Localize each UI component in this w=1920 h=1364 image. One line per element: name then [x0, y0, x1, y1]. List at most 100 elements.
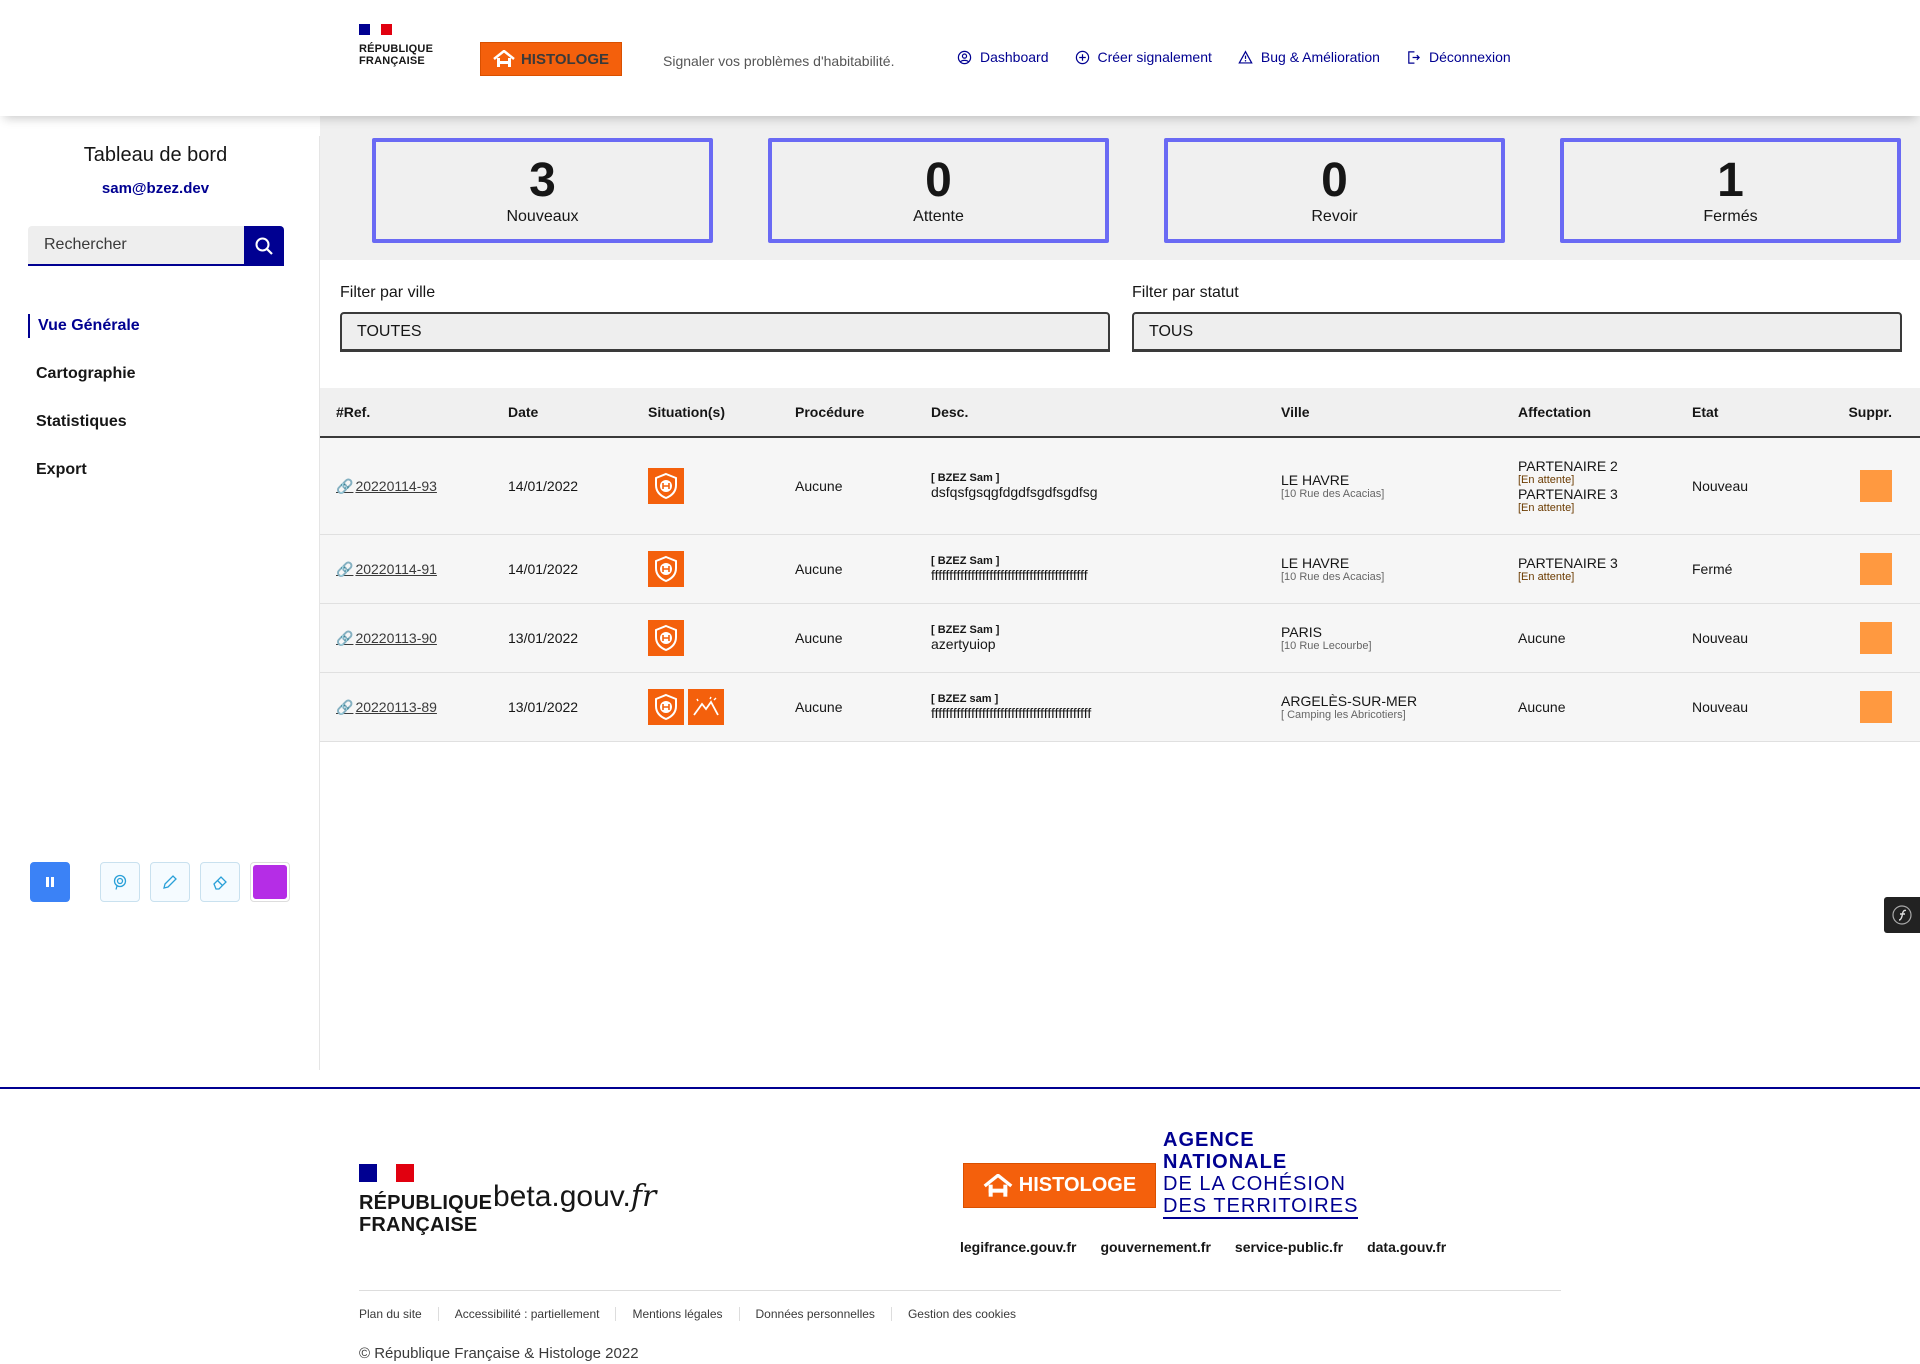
footer-link-plan-du-site[interactable]: Plan du site — [359, 1307, 438, 1321]
symfony-icon — [1892, 905, 1912, 925]
histologe-logo[interactable]: HISTOLOGE — [480, 42, 622, 76]
footer-link-service-public[interactable]: service-public.fr — [1235, 1239, 1343, 1255]
table-row[interactable]: 🔗 20220114-93 14/01/2022 Aucune [ BZEZ Sa… — [320, 438, 1920, 535]
ref-link[interactable]: 🔗 20220113-89 — [336, 699, 437, 716]
sidebar-item-cartographie[interactable]: Cartographie — [28, 362, 140, 410]
symfony-toolbar-toggle[interactable] — [1884, 897, 1920, 933]
sidebar-nav: Vue Générale Cartographie Statistiques E… — [28, 314, 140, 506]
stat-card-fermes[interactable]: 1 Fermés — [1560, 138, 1901, 243]
stat-card-attente[interactable]: 0 Attente — [768, 138, 1109, 243]
republique-francaise-logo[interactable]: RÉPUBLIQUE FRANÇAISE — [359, 24, 433, 67]
col-procedure[interactable]: Procédure — [795, 404, 931, 420]
col-etat[interactable]: Etat — [1692, 404, 1834, 420]
search-button[interactable] — [244, 226, 284, 266]
stat-value: 1 — [1717, 154, 1744, 207]
color-picker-button[interactable] — [250, 862, 290, 902]
shield-house-icon — [648, 551, 684, 587]
eraser-tool-button[interactable] — [200, 862, 240, 902]
city-address: [10 Rue des Acacias] — [1281, 488, 1385, 500]
footer-link-data-gouv[interactable]: data.gouv.fr — [1367, 1239, 1446, 1255]
stat-card-revoir[interactable]: 0 Revoir — [1164, 138, 1505, 243]
ref-link[interactable]: 🔗 20220114-93 — [336, 478, 437, 495]
date-cell: 14/01/2022 — [508, 561, 579, 577]
delete-button[interactable] — [1860, 691, 1892, 723]
col-suppr[interactable]: Suppr. — [1834, 404, 1900, 420]
warning-icon — [1238, 49, 1253, 64]
ref-text: 20220113-89 — [355, 699, 437, 715]
nav-create-report-link[interactable]: Créer signalement — [1075, 49, 1212, 65]
table-header: #Ref. Date Situation(s) Procédure Desc. … — [320, 388, 1920, 438]
footer-gov-links: legifrance.gouv.fr gouvernement.fr servi… — [960, 1239, 1446, 1255]
footer-histologe-logo[interactable]: HISTOLOGE — [963, 1163, 1156, 1208]
lasso-icon — [113, 874, 127, 890]
table-row[interactable]: 🔗 20220113-89 13/01/2022 Aucune [ BZEZ sa… — [320, 673, 1920, 742]
sidebar-item-vue-generale[interactable]: Vue Générale — [28, 314, 140, 338]
footer-link-gouvernement[interactable]: gouvernement.fr — [1100, 1239, 1210, 1255]
col-ville[interactable]: Ville — [1281, 404, 1518, 420]
footer-link-mentions-legales[interactable]: Mentions légales — [615, 1307, 738, 1321]
table-row[interactable]: 🔗 20220114-91 14/01/2022 Aucune [ BZEZ Sa… — [320, 535, 1920, 604]
nav-logout-link[interactable]: Déconnexion — [1406, 49, 1511, 65]
link-icon: 🔗 — [336, 698, 354, 715]
user-email[interactable]: sam@bzez.dev — [18, 180, 293, 197]
footer-link-donnees-personnelles[interactable]: Données personnelles — [738, 1307, 891, 1321]
partner-name: PARTENAIRE 3 — [1518, 486, 1618, 502]
partner-status: [En attente] — [1518, 474, 1575, 486]
mountain-icon — [688, 689, 724, 725]
affectation-cell: PARTENAIRE 3 [En attente] — [1518, 555, 1692, 583]
situations-cell — [648, 551, 795, 587]
stat-label: Attente — [913, 208, 964, 225]
footer-bottom-links: Plan du site Accessibilité : partielleme… — [359, 1307, 1032, 1321]
col-situations[interactable]: Situation(s) — [648, 404, 795, 420]
footer-rf-label: RÉPUBLIQUE FRANÇAISE — [359, 1192, 493, 1236]
nav-bug-link[interactable]: Bug & Amélioration — [1238, 49, 1380, 65]
situations-cell — [648, 689, 795, 725]
link-icon: 🔗 — [336, 560, 354, 577]
city-filter-select[interactable]: TOUTES — [340, 312, 1110, 352]
delete-button[interactable] — [1860, 470, 1892, 502]
beta-gouv-logo[interactable]: beta.gouv.fr — [493, 1179, 656, 1214]
ref-cell: 🔗 20220114-91 — [320, 561, 508, 578]
pencil-tool-button[interactable] — [150, 862, 190, 902]
dashboard-title: Tableau de bord — [83, 144, 228, 166]
col-date[interactable]: Date — [508, 404, 648, 420]
color-swatch — [253, 865, 287, 899]
search-input[interactable]: Rechercher — [28, 226, 244, 266]
nav-dashboard-link[interactable]: Dashboard — [957, 49, 1049, 65]
footer-histologe-brand-text: HISTOLOGE — [1018, 1174, 1137, 1196]
footer-link-accessibilite[interactable]: Accessibilité : partiellement — [437, 1307, 616, 1321]
sidebar: Tableau de bord sam@bzez.dev Rechercher … — [18, 136, 320, 1070]
ref-text: 20220113-90 — [355, 630, 437, 646]
pencil-icon — [163, 875, 177, 889]
pause-button[interactable] — [30, 862, 70, 902]
histologe-brand-text: HISTOLOGE — [520, 50, 610, 68]
anct-logo[interactable]: AGENCE NATIONALE DE LA COHÉSION DES TERR… — [1163, 1129, 1359, 1219]
french-flag — [359, 1164, 414, 1182]
ref-link[interactable]: 🔗 20220114-91 — [336, 561, 437, 578]
col-affectation[interactable]: Affectation — [1518, 404, 1692, 420]
footer-link-legifrance[interactable]: legifrance.gouv.fr — [960, 1239, 1076, 1255]
add-circle-icon — [1075, 50, 1089, 64]
eraser-icon — [213, 876, 227, 890]
nav-bug-label: Bug & Amélioration — [1260, 49, 1380, 65]
search-icon — [255, 237, 273, 255]
city-name: PARIS — [1281, 624, 1322, 640]
desc-text: azertyuiop — [931, 636, 996, 652]
delete-button[interactable] — [1860, 553, 1892, 585]
col-desc[interactable]: Desc. — [931, 404, 1281, 420]
stat-card-nouveaux[interactable]: 3 Nouveaux — [372, 138, 713, 243]
ref-link[interactable]: 🔗 20220113-90 — [336, 630, 437, 647]
sidebar-item-export[interactable]: Export — [28, 458, 140, 506]
table-row[interactable]: 🔗 20220113-90 13/01/2022 Aucune [ BZEZ Sa… — [320, 604, 1920, 673]
lasso-tool-button[interactable] — [100, 862, 140, 902]
sidebar-item-statistiques[interactable]: Statistiques — [28, 410, 140, 458]
footer-link-cookies[interactable]: Gestion des cookies — [890, 1307, 1032, 1321]
reports-table: #Ref. Date Situation(s) Procédure Desc. … — [320, 388, 1920, 742]
col-ref[interactable]: #Ref. — [320, 404, 508, 420]
delete-button[interactable] — [1860, 622, 1892, 654]
footer-rf-logo[interactable]: RÉPUBLIQUE FRANÇAISE — [359, 1164, 492, 1236]
beta-gouv-text: beta.gouv. — [493, 1180, 631, 1213]
situations-cell — [648, 620, 795, 656]
status-filter-select[interactable]: TOUS — [1132, 312, 1902, 352]
beta-gouv-tld: fr — [630, 1179, 657, 1214]
